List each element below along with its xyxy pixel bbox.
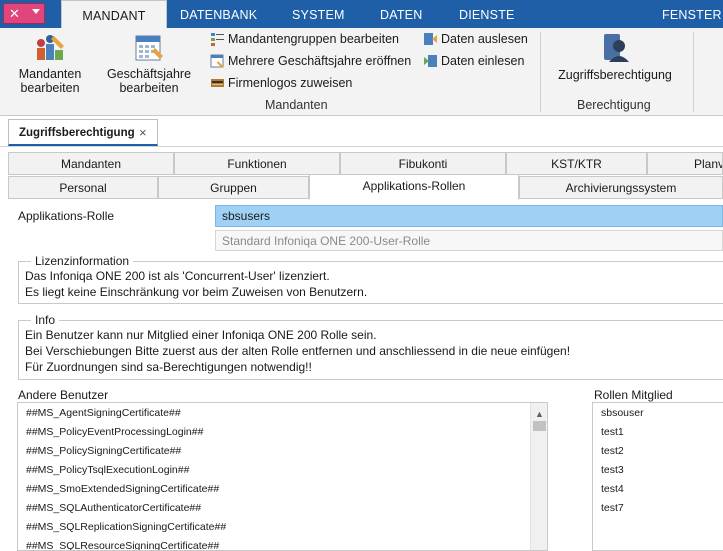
tab-mandanten[interactable]: Mandanten [8,152,174,175]
tab-applikations-rollen[interactable]: Applikations-Rollen [309,174,519,200]
list-item[interactable]: sbsouser [593,404,723,423]
group-label-mandanten: Mandanten [265,98,328,112]
group-separator [540,32,541,112]
group-separator [693,32,694,112]
tab-daten[interactable]: DATEN [380,0,422,28]
mehrere-geschaeftsjahre-label: Mehrere Geschäftsjahre eröffnen [228,54,412,68]
list-item[interactable]: ##MS_SQLResourceSigningCertificate## [18,537,547,550]
geschaeftsjahre-bearbeiten-button[interactable]: Geschäftsjahre bearbeiten [103,32,195,95]
list-item[interactable]: ##MS_SQLAuthenticatorCertificate## [18,499,547,518]
tab-personal[interactable]: Personal [8,176,158,199]
role-members-label: Rollen Mitglied [594,388,673,402]
geschaeftsjahre-label-2: bearbeiten [119,81,179,95]
scroll-thumb[interactable] [533,421,546,431]
other-users-label: Andere Benutzer [18,388,109,402]
mehrere-geschaeftsjahre-button[interactable]: Mehrere Geschäftsjahre eröffnen [210,53,411,70]
security-user-icon [599,32,631,64]
app-logo-icon: ✕ [9,6,20,21]
role-select[interactable]: sbsusers [215,205,723,227]
scroll-up-icon[interactable]: ▲ [535,409,544,419]
vertical-scrollbar[interactable]: ▲ [530,403,547,550]
list-item[interactable]: ##MS_SQLReplicationSigningCertificate## [18,518,547,537]
tab-dienste[interactable]: DIENSTE [459,0,515,28]
list-item[interactable]: ##MS_SmoExtendedSigningCertificate## [18,480,547,499]
tab-system[interactable]: SYSTEM [292,0,345,28]
list-item[interactable]: test2 [593,442,723,461]
tab-funktionen[interactable]: Funktionen [174,152,340,175]
license-info-legend: Lizenzinformation [35,254,130,268]
mandantengruppen-label: Mandantengruppen bearbeiten [228,32,399,46]
close-icon[interactable]: × [139,125,147,140]
edit-clients-icon [34,32,66,64]
tab-fibukonti[interactable]: Fibukonti [340,152,506,175]
group-list-icon [210,31,225,46]
chevron-down-icon [32,9,40,14]
list-item[interactable]: test3 [593,461,723,480]
license-line-1: Das Infoniqa ONE 200 ist als 'Concurrent… [25,269,330,283]
tab-archivierungssystem[interactable]: Archivierungssystem [519,176,723,199]
license-line-2: Es liegt keine Einschränkung vor beim Zu… [25,285,368,299]
document-tab-title: Zugriffsberechtigung [19,127,135,139]
info-line-2: Bei Verschiebungen Bitte zuerst aus der … [25,344,571,358]
firmenlogos-label: Firmenlogos zuweisen [228,76,353,90]
tab-strip: Mandanten Funktionen Fibukonti KST/KTR P… [8,152,723,200]
zugriffsberechtigung-button[interactable]: Zugriffsberechtigung [550,32,680,82]
logo-assign-icon [210,75,225,90]
tab-fenster[interactable]: FENSTER [662,0,722,28]
import-data-icon [423,53,438,68]
daten-einlesen-label: Daten einlesen [441,54,525,68]
tab-gruppen[interactable]: Gruppen [158,176,309,199]
list-item[interactable]: test7 [593,499,723,518]
document-tab[interactable]: Zugriffsberechtigung × [8,119,158,146]
daten-einlesen-button[interactable]: Daten einlesen [423,53,524,70]
firmenlogos-zuweisen-button[interactable]: Firmenlogos zuweisen [210,75,352,92]
ribbon-tab-bar: ✕ MANDANT DATENBANK SYSTEM DATEN DIENSTE… [0,0,723,28]
mandanten-bearbeiten-button[interactable]: Mandanten bearbeiten [12,32,88,95]
mandantengruppen-bearbeiten-button[interactable]: Mandantengruppen bearbeiten [210,31,399,48]
list-item[interactable]: test4 [593,480,723,499]
document-tab-divider [0,146,723,147]
ribbon-panel: Mandanten bearbeiten Geschäftsjahre bear… [0,28,723,116]
info-line-3: Für Zuordnungen sind sa-Berechtigungen n… [25,360,312,374]
list-item[interactable]: test1 [593,423,723,442]
tab-kst-ktr[interactable]: KST/KTR [506,152,647,175]
other-users-list[interactable]: ##MS_AgentSigningCertificate## ##MS_Poli… [17,402,548,551]
calendar-edit-icon [133,32,165,64]
mandanten-label-2: bearbeiten [20,81,80,95]
app-menu-button[interactable]: ✕ [3,3,45,24]
zugriffsberechtigung-label: Zugriffsberechtigung [558,68,672,82]
mandanten-label-1: Mandanten [18,67,82,81]
tab-planv[interactable]: Planv [647,152,723,175]
list-item[interactable]: ##MS_PolicySigningCertificate## [18,442,547,461]
geschaeftsjahre-label-1: Geschäftsjahre [106,67,192,81]
info-group: Info Ein Benutzer kann nur Mitglied eine… [18,313,723,380]
role-description: Standard Infoniqa ONE 200-User-Rolle [215,230,723,251]
info-line-1: Ein Benutzer kann nur Mitglied einer Inf… [25,328,377,342]
role-members-list[interactable]: sbsouser test1 test2 test3 test4 test7 [592,402,723,551]
list-item[interactable]: ##MS_PolicyEventProcessingLogin## [18,423,547,442]
license-info-group: Lizenzinformation Das Infoniqa ONE 200 i… [18,254,723,304]
group-label-berechtigung: Berechtigung [577,98,651,112]
export-data-icon [423,31,438,46]
daten-auslesen-label: Daten auslesen [441,32,528,46]
calendar-multi-icon [210,53,225,68]
tab-mandant[interactable]: MANDANT [61,0,167,28]
list-item[interactable]: ##MS_AgentSigningCertificate## [18,404,547,423]
daten-auslesen-button[interactable]: Daten auslesen [423,31,528,48]
info-legend: Info [35,313,56,327]
list-item[interactable]: ##MS_PolicyTsqlExecutionLogin## [18,461,547,480]
role-label: Applikations-Rolle [18,209,115,223]
tab-datenbank[interactable]: DATENBANK [180,0,257,28]
